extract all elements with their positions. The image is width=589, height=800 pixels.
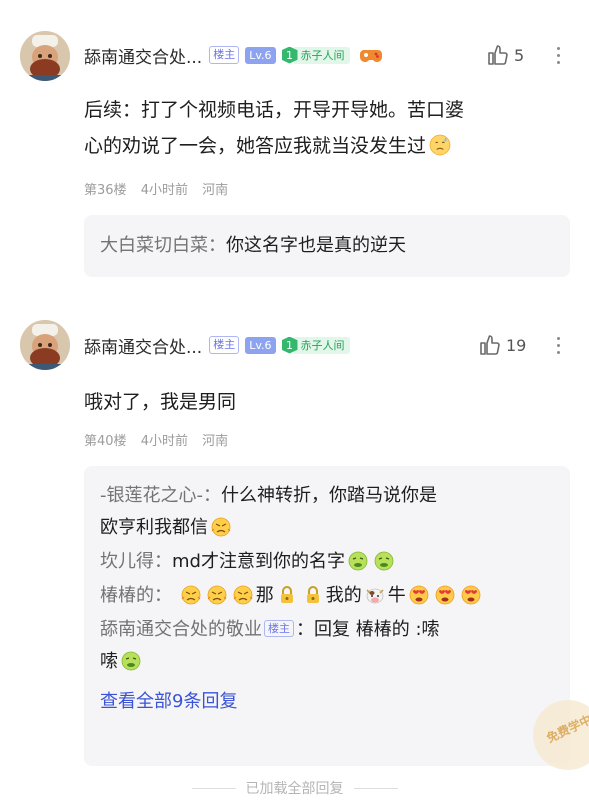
reply-author[interactable]: 椿椿的： (100, 585, 172, 606)
emoji-nauseated-icon (374, 551, 394, 571)
emoji-angry-icon (207, 585, 227, 605)
post-meta: 第36楼 4小时前 河南 (84, 179, 238, 198)
like-button[interactable]: 5 (486, 43, 524, 67)
lock-icon (277, 585, 297, 605)
more-icon (556, 46, 560, 50)
honor-badge: 1 赤子人间 (281, 46, 350, 64)
reply-box[interactable]: -银莲花之心-：什么神转折，你踏马说你是 欧亨利我都信 坎儿得：md才注意到你的… (84, 466, 570, 766)
game-controller-icon (360, 47, 382, 63)
post-header: 舔南通交合处... 楼主 Lv.6 1 赤子人间 (84, 43, 382, 68)
post-location: 河南 (202, 434, 229, 449)
more-button[interactable] (554, 333, 562, 357)
emoji-angry-icon (211, 517, 231, 537)
lock-icon (303, 585, 323, 605)
emoji-nauseated-icon (121, 651, 141, 671)
more-icon (556, 336, 560, 340)
reply-item[interactable]: 大白菜切白菜：你这名字也是真的逆天 (84, 230, 570, 262)
content-line: 哦对了，我是男同 (84, 391, 237, 413)
op-badge: 楼主 (209, 336, 240, 354)
reply-text: 你这名字也是真的逆天 (226, 235, 406, 256)
honor-title: 赤子人间 (293, 336, 350, 354)
cow-icon (365, 585, 385, 605)
reply-text: 嗦 (100, 651, 118, 672)
post-time: 4小时前 (140, 183, 188, 198)
like-count: 5 (514, 45, 525, 65)
reply-author[interactable]: -银莲花之心-： (100, 485, 221, 506)
level-badge: Lv.6 (245, 46, 276, 64)
emoji-heart-eyes-icon (461, 585, 481, 605)
honor-badge: 1 赤子人间 (281, 336, 350, 354)
reply-box[interactable]: 大白菜切白菜：你这名字也是真的逆天 (84, 215, 570, 277)
thumbs-up-icon (486, 43, 510, 67)
like-button[interactable]: 19 (478, 333, 526, 357)
emoji-sweat-icon (429, 134, 451, 156)
content-line: 后续：打了个视频电话，开导开导她。苦口婆 (84, 99, 465, 121)
floor-number: 第40楼 (84, 434, 127, 449)
post-content: 哦对了，我是男同 (84, 384, 564, 420)
view-all-replies-link[interactable]: 查看全部9条回复 (84, 686, 570, 718)
post-header: 舔南通交合处... 楼主 Lv.6 1 赤子人间 (84, 333, 350, 358)
avatar-chef-icon (20, 31, 70, 81)
like-count: 19 (506, 335, 527, 355)
emoji-heart-eyes-icon (435, 585, 455, 605)
username[interactable]: 舔南通交合处... (84, 43, 202, 68)
emoji-nauseated-icon (348, 551, 368, 571)
emoji-heart-eyes-icon (409, 585, 429, 605)
reply-text: 欧亨利我都信 (100, 517, 208, 538)
reply-text: 那 (255, 585, 274, 606)
thumbs-up-icon (478, 333, 502, 357)
content-line: 心的劝说了一会，她答应我就当没发生过 (84, 135, 427, 157)
reply-item[interactable]: 舔南通交合处的敬业 楼主 ：回复 椿椿的 :嗦 嗦 (84, 614, 570, 678)
op-badge: 楼主 (264, 620, 294, 637)
floor-number: 第36楼 (84, 183, 127, 198)
post-location: 河南 (202, 183, 229, 198)
all-replies-loaded-text: 已加载全部回复 (0, 778, 589, 798)
honor-title: 赤子人间 (293, 46, 350, 64)
reply-text: 什么神转折，你踏马说你是 (221, 485, 437, 506)
reply-text: 牛 (387, 585, 406, 606)
avatar[interactable] (20, 320, 70, 370)
reply-author[interactable]: 舔南通交合处的敬业 (100, 619, 262, 640)
post-meta: 第40楼 4小时前 河南 (84, 430, 238, 449)
username[interactable]: 舔南通交合处... (84, 333, 202, 358)
watermark-text: 免费学中 (544, 712, 589, 746)
reply-author[interactable]: 大白菜切白菜： (100, 235, 226, 256)
reply-text: md才注意到你的名字 (172, 551, 345, 572)
reply-item[interactable]: 坎儿得：md才注意到你的名字 (84, 546, 570, 578)
post-content: 后续：打了个视频电话，开导开导她。苦口婆 心的劝说了一会，她答应我就当没发生过 (84, 92, 564, 164)
reply-author[interactable]: 坎儿得： (100, 551, 172, 572)
reply-item[interactable]: -银莲花之心-：什么神转折，你踏马说你是 欧亨利我都信 (84, 480, 570, 544)
reply-text: ：回复 椿椿的 :嗦 (296, 619, 440, 640)
reply-item[interactable]: 椿椿的： 那 我的 牛 (84, 580, 570, 612)
post-time: 4小时前 (140, 434, 188, 449)
more-button[interactable] (554, 43, 562, 67)
avatar[interactable] (20, 31, 70, 81)
avatar-chef-icon (20, 320, 70, 370)
op-badge: 楼主 (209, 46, 240, 64)
emoji-angry-icon (233, 585, 253, 605)
level-badge: Lv.6 (245, 336, 276, 354)
emoji-angry-icon (181, 585, 201, 605)
reply-text: 我的 (325, 585, 362, 606)
